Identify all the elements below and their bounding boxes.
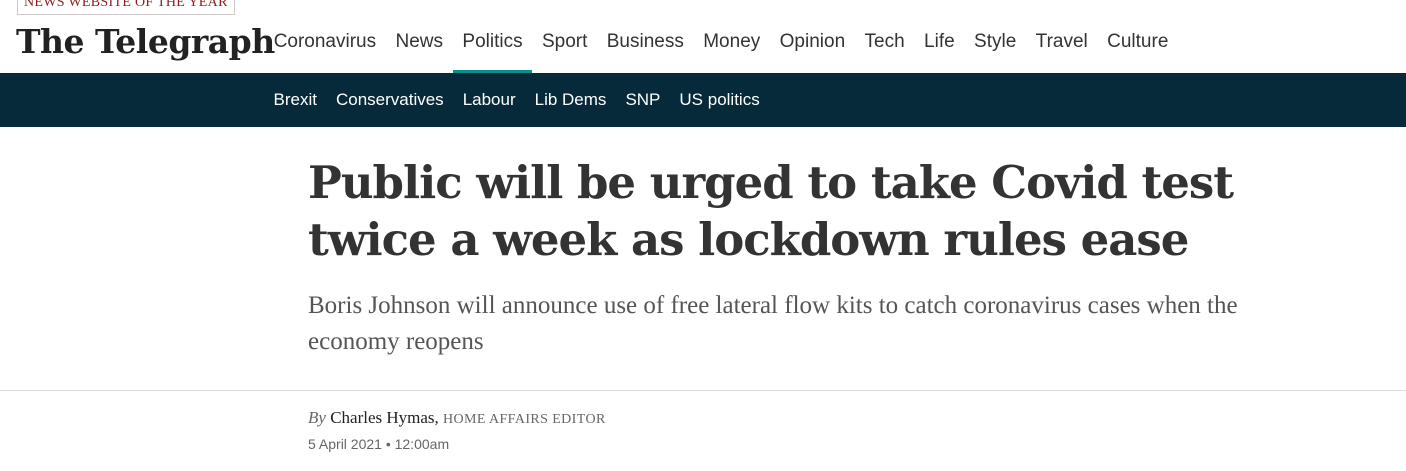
article-standfirst: Boris Johnson will announce use of free …	[308, 292, 1238, 355]
telegraph-logo[interactable]: The Telegraph	[16, 18, 275, 66]
sub-nav-item-labour[interactable]: Labour	[453, 90, 525, 110]
publish-date: 5 April 2021 • 12:00am	[308, 436, 450, 452]
nav-item-coronavirus[interactable]: Coronavirus	[264, 14, 386, 73]
award-badge: NEWS WEBSITE OF THE YEAR	[17, 0, 235, 15]
sub-nav-item-snp[interactable]: SNP	[616, 90, 670, 110]
nav-item-culture[interactable]: Culture	[1097, 14, 1178, 73]
sub-nav-item-brexit[interactable]: Brexit	[264, 90, 326, 110]
nav-item-news[interactable]: News	[386, 14, 453, 73]
sub-nav-item-us-politics[interactable]: US politics	[670, 90, 769, 110]
author-role: HOME AFFAIRS EDITOR	[443, 412, 606, 427]
sub-nav-item-conservatives[interactable]: Conservatives	[326, 90, 453, 110]
nav-item-tech[interactable]: Tech	[855, 14, 915, 73]
byline: By Charles Hymas, HOME AFFAIRS EDITOR	[308, 407, 606, 431]
article-headline: Public will be urged to take Covid test …	[308, 156, 1234, 266]
sub-nav-item-lib-dems[interactable]: Lib Dems	[525, 90, 616, 110]
nav-item-style[interactable]: Style	[964, 14, 1026, 73]
sub-nav-list: Brexit Conservatives Labour Lib Dems SNP…	[264, 73, 769, 127]
divider	[0, 390, 1406, 391]
nav-item-life[interactable]: Life	[914, 14, 964, 73]
nav-item-money[interactable]: Money	[694, 14, 770, 73]
primary-nav: Coronavirus News Politics Sport Business…	[264, 14, 1178, 73]
nav-item-business[interactable]: Business	[597, 14, 693, 73]
nav-item-travel[interactable]: Travel	[1026, 14, 1097, 73]
nav-item-sport[interactable]: Sport	[532, 14, 597, 73]
nav-item-politics[interactable]: Politics	[452, 14, 533, 73]
nav-item-opinion[interactable]: Opinion	[770, 14, 855, 73]
byline-prefix: By	[308, 408, 326, 427]
author-link[interactable]: Charles Hymas,	[330, 408, 439, 427]
politics-sub-nav: Brexit Conservatives Labour Lib Dems SNP…	[0, 73, 1406, 127]
